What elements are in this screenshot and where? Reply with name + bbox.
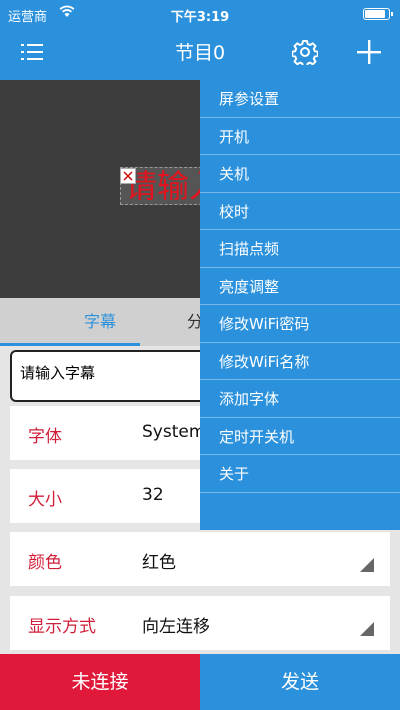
plus-icon (357, 40, 381, 64)
menu-item-screen-params[interactable]: 屏参设置 (200, 80, 400, 118)
display-mode-value: 向左连移 (142, 617, 210, 637)
status-time: 下午3:19 (170, 10, 230, 25)
page-title: 节目0 (174, 42, 226, 64)
menu-item-wifi-name[interactable]: 修改WiFi名称 (200, 343, 400, 380)
color-row[interactable]: 颜色 红色 (10, 532, 390, 586)
font-value: System (142, 422, 206, 442)
close-icon[interactable] (120, 168, 136, 184)
menu-item-about[interactable]: 关于 (200, 455, 400, 493)
nav-bar: 节目0 (0, 28, 400, 80)
bottom-bar: 未连接 发送 (0, 654, 400, 710)
dropdown-triangle-icon (360, 622, 374, 636)
send-button[interactable]: 发送 (200, 654, 400, 710)
menu-item-sync-time[interactable]: 校时 (200, 193, 400, 230)
menu-item-wifi-password[interactable]: 修改WiFi密码 (200, 305, 400, 343)
dropdown-triangle-icon (360, 558, 374, 572)
size-value: 32 (142, 485, 164, 505)
add-button[interactable] (352, 36, 386, 68)
color-label: 颜色 (28, 553, 62, 573)
menu-item-add-font[interactable]: 添加字体 (200, 380, 400, 418)
settings-button[interactable] (288, 36, 322, 68)
menu-item-power-on[interactable]: 开机 (200, 118, 400, 155)
battery-icon (363, 8, 393, 20)
display-mode-label: 显示方式 (28, 617, 96, 637)
menu-item-scan-frequency[interactable]: 扫描点频 (200, 230, 400, 268)
status-bar: 运营商 下午3:19 (0, 0, 400, 28)
color-value: 红色 (142, 553, 176, 573)
gear-icon (292, 40, 318, 65)
menu-item-timer-power[interactable]: 定时开关机 (200, 418, 400, 455)
dropdown-menu: 屏参设置 开机 关机 校时 扫描点频 亮度调整 修改WiFi密码 修改WiFi名… (200, 80, 400, 530)
display-mode-row[interactable]: 显示方式 向左连移 (10, 596, 390, 650)
font-label: 字体 (28, 427, 62, 447)
menu-item-power-off[interactable]: 关机 (200, 155, 400, 193)
size-label: 大小 (28, 490, 62, 510)
menu-item-brightness[interactable]: 亮度调整 (200, 268, 400, 305)
connect-button[interactable]: 未连接 (0, 654, 200, 710)
